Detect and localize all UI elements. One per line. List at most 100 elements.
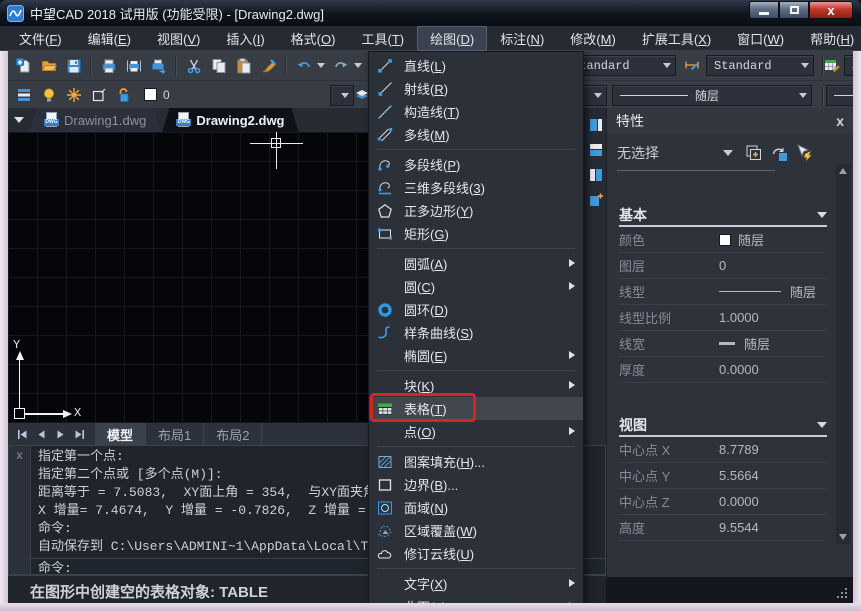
layout-tab-布局1[interactable]: 布局1 bbox=[146, 423, 204, 446]
section-header-2[interactable]: 视图 bbox=[619, 415, 827, 437]
properties-header[interactable]: 特性 x bbox=[607, 108, 853, 134]
first-page-button[interactable] bbox=[13, 426, 32, 443]
new-file-button[interactable] bbox=[11, 54, 36, 78]
draw-menu-item-7[interactable]: 正多边形(Y) bbox=[369, 199, 583, 222]
layer-color-swatch[interactable] bbox=[144, 88, 157, 101]
property-value[interactable]: 0 bbox=[719, 258, 726, 273]
menubar-item-5[interactable]: 格式(O) bbox=[278, 26, 349, 51]
menubar-item-7[interactable]: 绘图(D) bbox=[417, 26, 487, 51]
draw-menu-item-11[interactable]: 圆环(D) bbox=[369, 298, 583, 321]
prev-page-button[interactable] bbox=[32, 426, 51, 443]
scroll-up-icon[interactable] bbox=[839, 168, 847, 174]
property-value[interactable]: 0.0000 bbox=[719, 494, 759, 509]
collapse-arrow-icon[interactable] bbox=[817, 212, 827, 218]
draw-menu-item-19[interactable]: 面域(N) bbox=[369, 496, 583, 519]
linetype-dropdown-2[interactable] bbox=[826, 85, 853, 106]
draw-menu-item-16[interactable]: 点(O) bbox=[369, 420, 583, 443]
next-page-button[interactable] bbox=[51, 426, 70, 443]
property-value[interactable]: 1.0000 bbox=[719, 310, 759, 325]
layer-list-dropdown[interactable] bbox=[330, 85, 354, 106]
chevron-down-icon[interactable] bbox=[354, 63, 362, 68]
menubar-item-11[interactable]: 窗口(W) bbox=[724, 26, 797, 51]
draw-menu-item-3[interactable]: 构造线(T) bbox=[369, 100, 583, 123]
menubar-item-4[interactable]: 插入(I) bbox=[213, 26, 277, 51]
draw-menu-item-6[interactable]: 三维多段线(3) bbox=[369, 176, 583, 199]
quick-select-icon[interactable] bbox=[795, 144, 813, 162]
layer-freeze-button[interactable] bbox=[61, 83, 86, 107]
draw-menu-item-18[interactable]: 边界(B)... bbox=[369, 473, 583, 496]
undo-button[interactable] bbox=[291, 54, 316, 78]
viewport-row-icon[interactable] bbox=[588, 142, 604, 158]
menubar-item-2[interactable]: 编辑(E) bbox=[75, 26, 144, 51]
properties-scrollbar[interactable] bbox=[836, 164, 851, 544]
property-value[interactable]: 0.0000 bbox=[719, 362, 759, 377]
property-value[interactable]: 随层 bbox=[719, 282, 816, 301]
section-header-1[interactable]: 基本 bbox=[619, 205, 827, 227]
draw-menu-item-13[interactable]: 椭圆(E) bbox=[369, 344, 583, 367]
collapse-arrow-icon[interactable] bbox=[817, 422, 827, 428]
doc-tab-list-button[interactable] bbox=[8, 108, 30, 132]
document-tab-1[interactable]: DWGDrawing1.dwg bbox=[30, 108, 160, 132]
viewport-column-icon[interactable] bbox=[588, 167, 604, 183]
dim-style-dropdown[interactable]: Standard bbox=[706, 55, 814, 76]
draw-menu-item-9[interactable]: 圆弧(A) bbox=[369, 252, 583, 275]
draw-menu-item-20[interactable]: 区域覆盖(W) bbox=[369, 519, 583, 542]
property-row[interactable]: 中心点 X8.7789 bbox=[619, 437, 827, 463]
document-tab-2[interactable]: DWGDrawing2.dwg bbox=[162, 108, 298, 132]
property-row[interactable]: 线型比例1.0000 bbox=[619, 305, 827, 331]
close-icon[interactable]: x bbox=[836, 113, 844, 129]
selection-selector[interactable]: 无选择 bbox=[607, 134, 853, 163]
scroll-down-icon[interactable] bbox=[839, 534, 847, 540]
layout-tab-模型[interactable]: 模型 bbox=[95, 423, 146, 446]
last-page-button[interactable] bbox=[70, 426, 89, 443]
close-icon[interactable]: x bbox=[17, 448, 23, 462]
property-value[interactable]: 8.7789 bbox=[719, 442, 759, 457]
save-button[interactable] bbox=[61, 54, 86, 78]
draw-menu-item-8[interactable]: 矩形(G) bbox=[369, 222, 583, 245]
restore-button[interactable] bbox=[779, 1, 809, 19]
table-style-dropdown[interactable]: Standard bbox=[844, 55, 853, 76]
layout-tab-布局2[interactable]: 布局2 bbox=[204, 423, 262, 446]
menubar-item-8[interactable]: 标注(N) bbox=[487, 26, 557, 51]
minimize-button[interactable] bbox=[749, 1, 779, 19]
redo-button[interactable] bbox=[328, 54, 353, 78]
property-row[interactable]: 高度9.5544 bbox=[619, 515, 827, 541]
viewport-split-icon[interactable] bbox=[588, 117, 604, 133]
draw-menu-item-17[interactable]: 图案填充(H)... bbox=[369, 450, 583, 473]
layer-new-button[interactable] bbox=[86, 83, 111, 107]
paste-button[interactable] bbox=[231, 54, 256, 78]
chevron-down-icon[interactable] bbox=[317, 63, 325, 68]
property-row[interactable]: 中心点 Y5.5664 bbox=[619, 463, 827, 489]
draw-menu-item-2[interactable]: 射线(R) bbox=[369, 77, 583, 100]
cut-button[interactable] bbox=[181, 54, 206, 78]
linetype-dropdown[interactable]: 随层 bbox=[612, 85, 812, 106]
draw-menu-item-4[interactable]: 多线(M) bbox=[369, 123, 583, 146]
close-button[interactable]: x bbox=[809, 1, 853, 19]
viewport-add-icon[interactable] bbox=[588, 192, 604, 208]
menubar-item-9[interactable]: 修改(M) bbox=[557, 26, 629, 51]
property-row[interactable]: 厚度0.0000 bbox=[619, 357, 827, 383]
draw-menu-item-1[interactable]: 直线(L) bbox=[369, 54, 583, 77]
property-value[interactable]: 随层 bbox=[719, 230, 764, 249]
property-row[interactable]: 颜色随层 bbox=[619, 227, 827, 253]
layer-on-bulb-button[interactable] bbox=[36, 83, 61, 107]
open-folder-button[interactable] bbox=[36, 54, 61, 78]
property-row[interactable]: 图层0 bbox=[619, 253, 827, 279]
draw-menu-item-21[interactable]: 修订云线(U) bbox=[369, 542, 583, 565]
plot-button[interactable] bbox=[146, 54, 171, 78]
menubar-item-6[interactable]: 工具(T) bbox=[348, 26, 417, 51]
draw-menu-item-10[interactable]: 圆(C) bbox=[369, 275, 583, 298]
menubar-item-3[interactable]: 视图(V) bbox=[144, 26, 213, 51]
draw-menu-item-5[interactable]: 多段线(P) bbox=[369, 153, 583, 176]
property-row[interactable]: 线宽随层 bbox=[619, 331, 827, 357]
property-value[interactable]: 9.5544 bbox=[719, 520, 759, 535]
resize-grip-icon[interactable] bbox=[837, 588, 847, 598]
format-painter-button[interactable] bbox=[256, 54, 281, 78]
copy-button[interactable] bbox=[206, 54, 231, 78]
menubar-item-1[interactable]: 文件(F) bbox=[6, 26, 75, 51]
property-value[interactable]: 随层 bbox=[719, 334, 770, 353]
property-row[interactable]: 线型随层 bbox=[619, 279, 827, 305]
duplicate-record-icon[interactable] bbox=[745, 144, 763, 162]
toggle-value-icon[interactable] bbox=[770, 144, 788, 162]
lineweight-dropdown[interactable] bbox=[581, 85, 607, 106]
